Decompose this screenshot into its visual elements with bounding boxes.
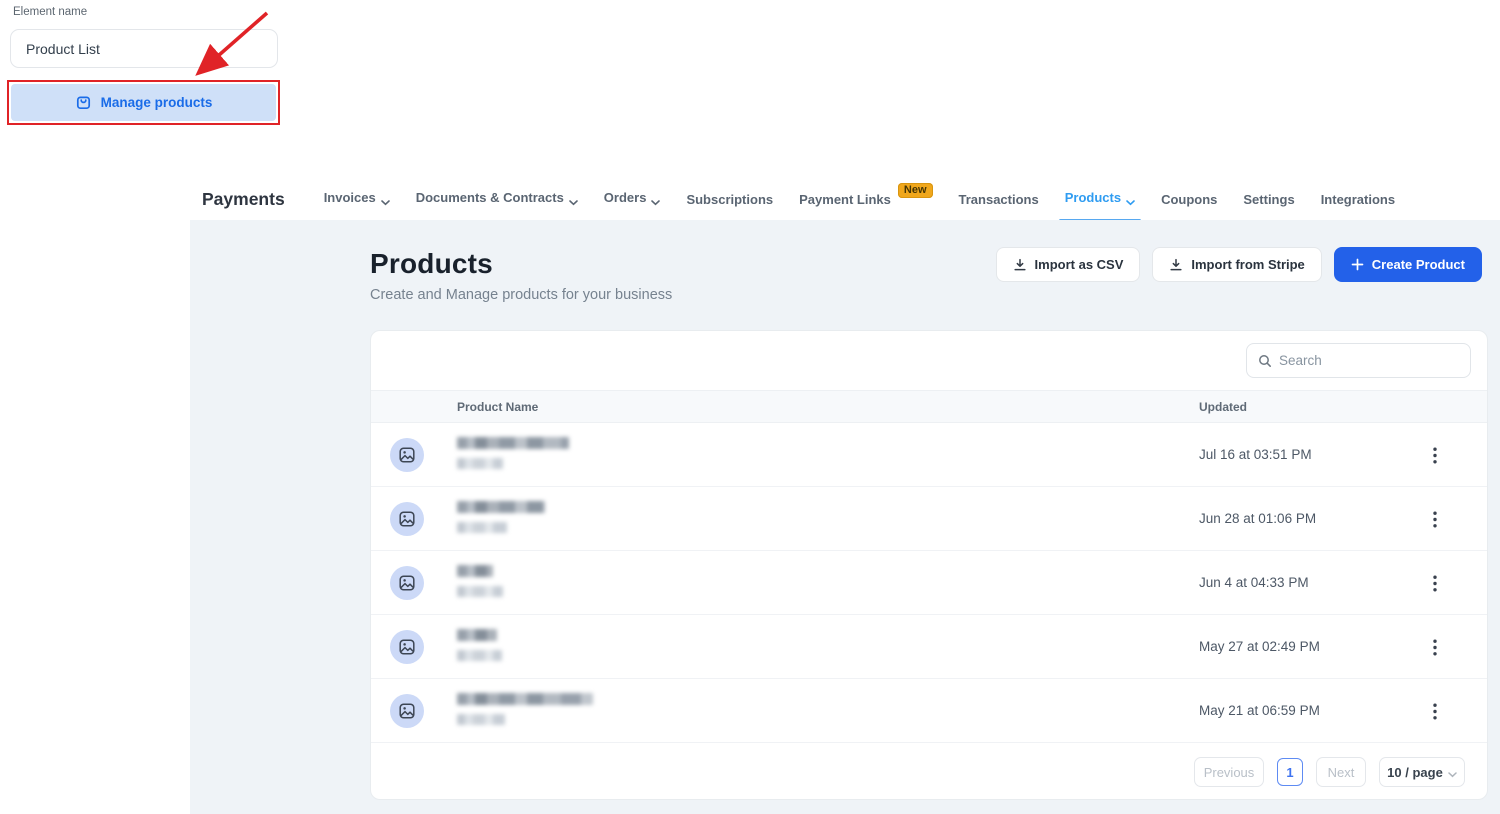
column-updated: Updated — [1199, 391, 1247, 422]
column-product-name: Product Name — [457, 391, 538, 422]
nav-item-invoices[interactable]: Invoices — [324, 190, 390, 209]
kebab-menu-icon — [1433, 575, 1437, 592]
updated-cell: May 21 at 06:59 PM — [1199, 679, 1320, 742]
screen: Element name Manage products Payments In… — [0, 0, 1500, 814]
nav-item-label: Payment Links — [799, 192, 891, 207]
top-navbar: Payments Invoices Documents & Contracts Or… — [202, 178, 1408, 220]
next-page-button[interactable]: Next — [1316, 757, 1366, 787]
download-icon — [1013, 258, 1027, 272]
import-csv-label: Import as CSV — [1035, 257, 1124, 272]
table-row: May 21 at 06:59 PM — [371, 679, 1487, 743]
table-row: Jun 4 at 04:33 PM — [371, 551, 1487, 615]
row-menu-button[interactable] — [1423, 507, 1447, 531]
nav-item-orders[interactable]: Orders — [604, 190, 661, 209]
nav-item-label: Integrations — [1321, 192, 1395, 207]
row-menu-button[interactable] — [1423, 443, 1447, 467]
nav-item-label: Settings — [1243, 192, 1294, 207]
nav-item-label: Subscriptions — [686, 192, 773, 207]
search-input[interactable] — [1279, 353, 1459, 368]
nav-item-label: Products — [1065, 190, 1121, 205]
updated-cell: Jun 4 at 04:33 PM — [1199, 551, 1309, 614]
product-image-icon — [390, 694, 424, 728]
import-stripe-label: Import from Stripe — [1191, 257, 1304, 272]
search-icon — [1258, 354, 1272, 368]
current-page-button[interactable]: 1 — [1277, 758, 1303, 786]
row-menu-button[interactable] — [1423, 635, 1447, 659]
chevron-down-icon — [569, 194, 578, 209]
chevron-down-icon — [1448, 766, 1457, 781]
kebab-menu-icon — [1433, 639, 1437, 656]
table-row: Jul 16 at 03:51 PM — [371, 423, 1487, 487]
pagination: Previous 1 Next 10 / page — [371, 743, 1487, 800]
main-content: Products Create and Manage products for … — [190, 220, 1500, 814]
element-name-label: Element name — [13, 6, 87, 18]
nav-item-payment-links[interactable]: Payment LinksNew — [799, 192, 932, 207]
table-row: May 27 at 02:49 PM — [371, 615, 1487, 679]
nav-item-integrations[interactable]: Integrations — [1321, 192, 1395, 207]
previous-page-button[interactable]: Previous — [1194, 757, 1264, 787]
page-size-select[interactable]: 10 / page — [1379, 757, 1465, 787]
shopping-bag-icon — [75, 94, 92, 111]
kebab-menu-icon — [1433, 511, 1437, 528]
create-product-label: Create Product — [1372, 257, 1465, 272]
plus-icon — [1351, 258, 1364, 271]
chevron-down-icon — [381, 194, 390, 209]
download-icon — [1169, 258, 1183, 272]
table-header: Product Name Updated — [371, 390, 1487, 423]
import-csv-button[interactable]: Import as CSV — [996, 247, 1141, 282]
manage-products-button[interactable]: Manage products — [11, 84, 276, 121]
chevron-down-icon — [651, 194, 660, 209]
nav-item-label: Documents & Contracts — [416, 190, 564, 205]
nav-item-transactions[interactable]: Transactions — [959, 192, 1039, 207]
nav-item-label: Invoices — [324, 190, 376, 205]
search-box[interactable] — [1246, 343, 1471, 378]
nav-item-products[interactable]: Products — [1065, 190, 1135, 209]
create-product-button[interactable]: Create Product — [1334, 247, 1482, 282]
new-badge: New — [898, 183, 933, 198]
product-image-icon — [390, 566, 424, 600]
manage-products-label: Manage products — [101, 95, 213, 110]
nav-item-subscriptions[interactable]: Subscriptions — [686, 192, 773, 207]
nav-item-label: Coupons — [1161, 192, 1217, 207]
table-body: Jul 16 at 03:51 PMJun 28 at 01:06 PMJun … — [371, 423, 1487, 743]
redacted-product-name — [457, 565, 503, 597]
kebab-menu-icon — [1433, 703, 1437, 720]
page-size-label: 10 / page — [1387, 765, 1443, 780]
app-title: Payments — [202, 189, 285, 210]
kebab-menu-icon — [1433, 447, 1437, 464]
page-subtitle: Create and Manage products for your busi… — [370, 287, 672, 303]
nav-item-label: Transactions — [959, 192, 1039, 207]
table-row: Jun 28 at 01:06 PM — [371, 487, 1487, 551]
row-menu-button[interactable] — [1423, 699, 1447, 723]
redacted-product-name — [457, 629, 502, 661]
row-menu-button[interactable] — [1423, 571, 1447, 595]
product-image-icon — [390, 630, 424, 664]
updated-cell: May 27 at 02:49 PM — [1199, 615, 1320, 678]
nav-item-label: Orders — [604, 190, 647, 205]
nav-item-settings[interactable]: Settings — [1243, 192, 1294, 207]
redacted-product-name — [457, 501, 545, 533]
updated-cell: Jun 28 at 01:06 PM — [1199, 487, 1316, 550]
nav-item-documents-contracts[interactable]: Documents & Contracts — [416, 190, 578, 209]
product-image-icon — [390, 438, 424, 472]
chevron-down-icon — [1126, 194, 1135, 209]
redacted-product-name — [457, 693, 593, 725]
products-card: Product Name Updated Jul 16 at 03:51 PMJ… — [370, 330, 1488, 800]
redacted-product-name — [457, 437, 569, 469]
updated-cell: Jul 16 at 03:51 PM — [1199, 423, 1312, 486]
page-title: Products — [370, 248, 672, 280]
nav-item-coupons[interactable]: Coupons — [1161, 192, 1217, 207]
product-image-icon — [390, 502, 424, 536]
import-stripe-button[interactable]: Import from Stripe — [1152, 247, 1321, 282]
element-name-input[interactable] — [10, 29, 278, 68]
